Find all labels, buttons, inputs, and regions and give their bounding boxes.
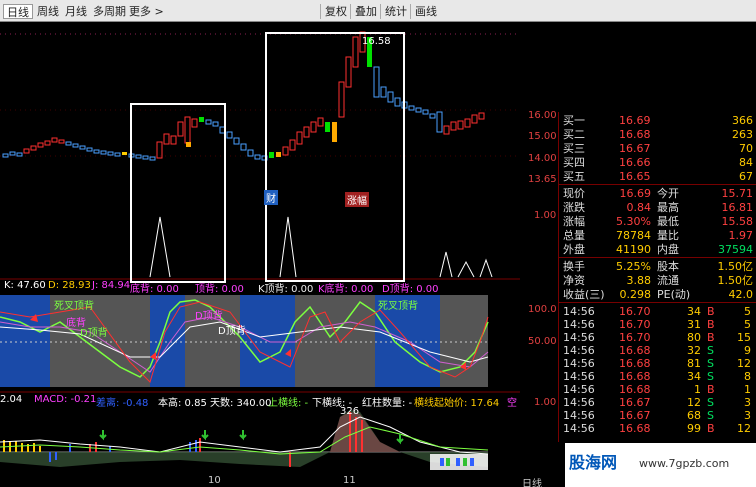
stat-row: 收益(三) 0.298 PE(动) 42.0 — [563, 288, 753, 301]
tick-row: 14:56 16.68 99 B 12 — [563, 422, 751, 435]
quote-panel: 买一 16.69 366 买二 16.68 263 买三 16.67 70 买四 16.66 84 买五… — [558, 112, 756, 442]
tick-row: 14:56 16.70 34 B 5 — [563, 305, 751, 318]
axis-label: 50.00 — [528, 336, 557, 347]
axis-label: 1.00 — [534, 397, 557, 408]
stat-row: 总量 78784 量比 1.97 — [563, 229, 753, 242]
kdj-signal: D顶背 — [195, 311, 223, 322]
tick-row: 14:56 16.68 81 S 12 — [563, 357, 751, 370]
axis-label: 14.00 — [528, 153, 557, 164]
kdj-signal: D顶背 — [218, 326, 246, 337]
kdj-signal: D顶背 — [80, 328, 108, 339]
tab-daily[interactable]: 日线 — [3, 4, 33, 19]
tab-more[interactable]: 更多 > — [126, 4, 167, 19]
kdj-d-value: D: 28.93 — [48, 280, 91, 291]
draw-button[interactable]: 画线 — [410, 4, 441, 19]
date-label: 11 — [343, 475, 356, 486]
kdj-k-value: K: 47.60 — [4, 280, 46, 291]
chart-svg — [0, 31, 520, 470]
period-toolbar: 日线 周线 月线 多周期 更多 > 复权 叠加 统计 画线 — [0, 0, 756, 22]
date-label: 10 — [208, 475, 221, 486]
price-axis: 16.00 15.00 14.00 13.65 1.00 100.0 50.00… — [520, 22, 558, 487]
kdj-signal: 死叉顶背 — [54, 301, 94, 312]
bottom-divergence-label: 底背: 0.00 — [130, 284, 179, 295]
tab-weekly[interactable]: 周线 — [34, 4, 62, 19]
top-divergence-label: 顶背: 0.00 — [195, 284, 244, 295]
bid-row: 买五 16.65 67 — [563, 170, 753, 183]
candlesticks — [2, 31, 485, 161]
tick-row: 14:56 16.70 31 B 5 — [563, 318, 751, 331]
axis-label: 100.0 — [528, 304, 557, 315]
finance-tag: 财 — [264, 190, 278, 205]
axis-label: 15.00 — [528, 131, 557, 142]
period-label: 日线 — [522, 479, 542, 487]
kdj-j-value: J: 84.94 — [92, 280, 131, 291]
bid-row: 买四 16.66 84 — [563, 156, 753, 169]
tick-row: 14:56 16.68 1 B 1 — [563, 383, 751, 396]
axis-label: 13.65 — [528, 174, 557, 185]
macd-left-value: 2.04 — [0, 394, 23, 405]
stat-row: 现价 16.69 今开 15.71 — [563, 187, 753, 200]
tab-multi-period[interactable]: 多周期 — [90, 4, 129, 19]
tick-row: 14:56 16.70 80 B 15 — [563, 331, 751, 344]
macd-red-bar-count: 红柱数量: - — [362, 398, 413, 409]
macd-peak: 326 — [340, 406, 360, 417]
chart-area[interactable]: 16.58 涨幅 财 底背: 0.00 顶背: 0.00 K顶背: 0.00 K… — [0, 22, 520, 487]
stat-row: 外盘 41190 内盘 37594 — [563, 243, 753, 256]
macd-diff-value: 差离: -0.48 — [96, 398, 149, 409]
macd-stats: 本高: 0.85 天数: 340.00 — [158, 398, 272, 409]
macd-empty: 空 — [507, 398, 517, 409]
stats-button[interactable]: 统计 — [380, 4, 411, 19]
tick-row: 14:56 16.68 32 S 9 — [563, 344, 751, 357]
high-price-mark: 16.58 — [362, 36, 391, 47]
k-top-divergence-label: K顶背: 0.00 — [258, 284, 314, 295]
macd-up-line: 上横线: - — [268, 398, 309, 409]
bid-row: 买一 16.69 366 — [563, 114, 753, 127]
overlay-button[interactable]: 叠加 — [350, 4, 381, 19]
watermark: 股海网 www.7gpzb.com — [565, 443, 756, 487]
adjust-button[interactable]: 复权 — [320, 4, 351, 19]
rise-tag: 涨幅 — [345, 192, 369, 207]
k-bottom-divergence-label: K底背: 0.00 — [318, 284, 374, 295]
macd-value: MACD: -0.21 — [34, 394, 97, 405]
bid-row: 买二 16.68 263 — [563, 128, 753, 141]
watermark-url: www.7gpzb.com — [639, 457, 730, 470]
stat-row: 换手 5.25% 股本 1.50亿 — [563, 260, 753, 273]
macd-start-price: 横线起始价: 17.64 — [414, 398, 500, 409]
kdj-signal: 死叉顶背 — [378, 301, 418, 312]
macd-panel — [0, 410, 489, 470]
tick-row: 14:56 16.68 34 S 8 — [563, 370, 751, 383]
highlight-box — [130, 103, 226, 283]
stat-row: 净资 3.88 流通 1.50亿 — [563, 274, 753, 287]
stat-row: 涨幅 5.30% 最低 15.58 — [563, 215, 753, 228]
stat-row: 涨跌 0.84 最高 16.81 — [563, 201, 753, 214]
tick-row: 14:56 16.67 12 S 3 — [563, 396, 751, 409]
highlight-box — [265, 32, 405, 282]
axis-label: 1.00 — [534, 210, 557, 221]
d-top-divergence-label: D顶背: 0.00 — [382, 284, 439, 295]
watermark-logo: 股海网 — [569, 453, 618, 472]
tab-monthly[interactable]: 月线 — [62, 4, 90, 19]
tick-row: 14:56 16.67 68 S 3 — [563, 409, 751, 422]
bid-row: 买三 16.67 70 — [563, 142, 753, 155]
axis-label: 16.00 — [528, 110, 557, 121]
